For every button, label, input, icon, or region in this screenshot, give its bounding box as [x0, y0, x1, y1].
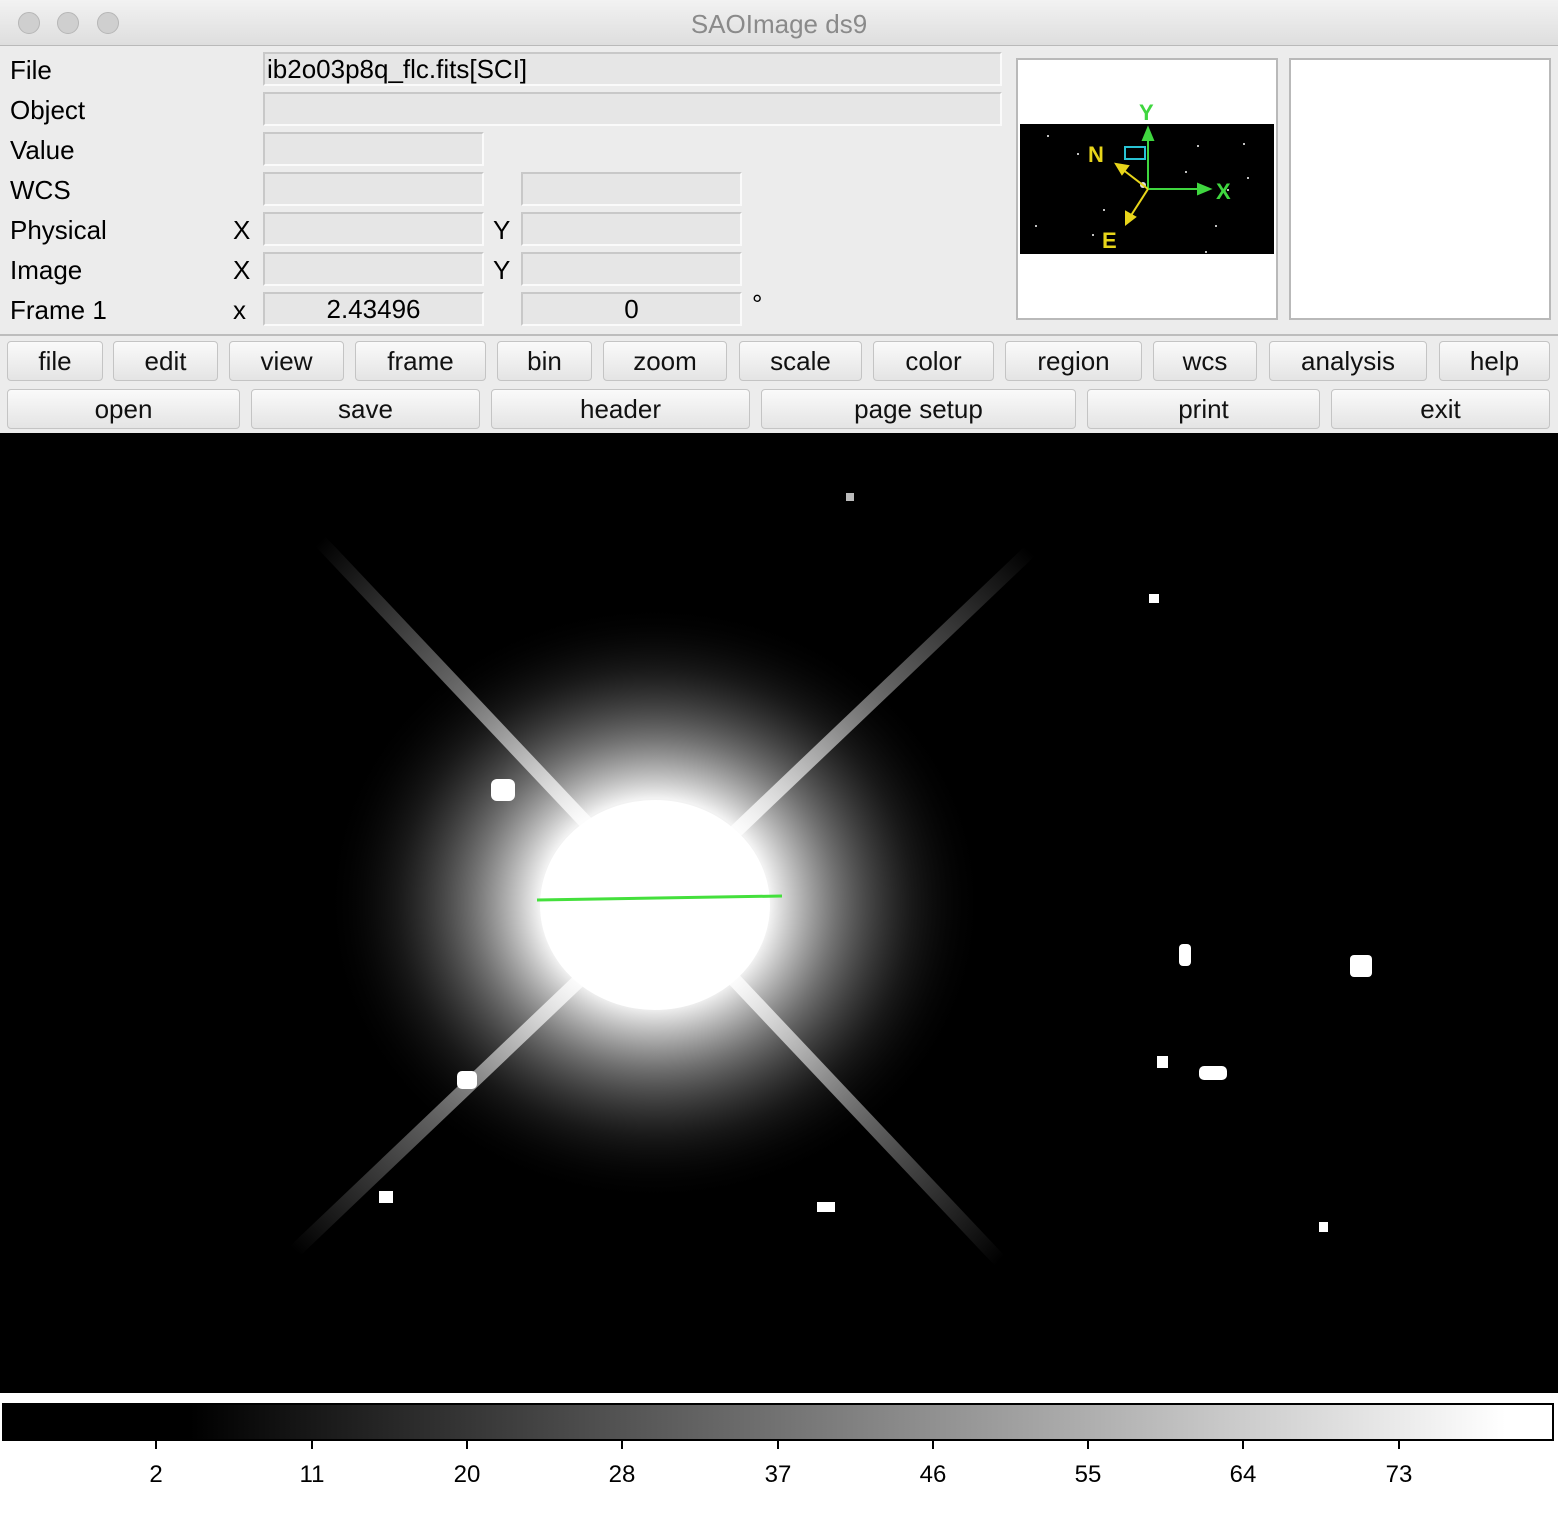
- colorbar-tick: [466, 1441, 468, 1449]
- divider: [0, 334, 1558, 336]
- colorbar-tick: [777, 1441, 779, 1449]
- image-display[interactable]: [0, 433, 1558, 1393]
- colorbar-tick-label: 20: [453, 1461, 481, 1488]
- menu-view[interactable]: view: [229, 341, 344, 381]
- panner-view: Y X N E: [1020, 100, 1274, 254]
- axis-x-text: X: [1216, 179, 1231, 204]
- colorbar-tick: [1242, 1441, 1244, 1449]
- frame-angle-field: 0: [521, 292, 742, 326]
- frame-zoom-field: 2.43496: [263, 292, 484, 326]
- wcs-field-2: [521, 172, 742, 206]
- menu-scale[interactable]: scale: [739, 341, 862, 381]
- print-button[interactable]: print: [1087, 389, 1320, 429]
- image-x-field: [263, 252, 484, 286]
- menu-frame[interactable]: frame: [355, 341, 486, 381]
- colorbar-tick-label: 46: [919, 1461, 947, 1488]
- frame-label: Frame 1: [10, 295, 107, 325]
- colorbar-tick: [155, 1441, 157, 1449]
- magnifier-panel: [1289, 58, 1551, 320]
- physical-y-label: Y: [493, 215, 511, 245]
- menu-color[interactable]: color: [873, 341, 994, 381]
- colorbar: 2 11 20 28 37 46 55 64 73: [0, 1393, 1558, 1522]
- menu-wcs[interactable]: wcs: [1153, 341, 1257, 381]
- exit-button[interactable]: exit: [1331, 389, 1550, 429]
- window-title: SAOImage ds9: [690, 9, 868, 39]
- image-label: Image: [10, 255, 83, 285]
- axis-y-text: Y: [1139, 100, 1154, 125]
- panner-panel[interactable]: Y X N E: [1016, 58, 1278, 320]
- menu-analysis[interactable]: analysis: [1269, 341, 1427, 381]
- object-label: Object: [10, 95, 86, 125]
- wcs-label: WCS: [10, 175, 71, 205]
- colorbar-tick: [932, 1441, 934, 1449]
- image-y-label: Y: [493, 255, 511, 285]
- value-field: [263, 132, 484, 166]
- image-x-label: X: [233, 255, 251, 285]
- colorbar-tick-label: 73: [1385, 1461, 1413, 1488]
- image-y-field: [521, 252, 742, 286]
- physical-x-field: [263, 212, 484, 246]
- colorbar-tick-label: 28: [608, 1461, 636, 1488]
- image-canvas: [290, 493, 1372, 1266]
- window-titlebar: SAOImage ds9: [0, 0, 1558, 46]
- colorbar-gradient: [2, 1403, 1554, 1441]
- colorbar-tick-label: 64: [1229, 1461, 1257, 1488]
- colorbar-tick: [1398, 1441, 1400, 1449]
- colorbar-tick: [1087, 1441, 1089, 1449]
- object-field: [263, 92, 1002, 126]
- compass-e-text: E: [1102, 228, 1117, 253]
- compass-n-text: N: [1088, 142, 1104, 167]
- colorbar-tick-label: 11: [299, 1461, 325, 1488]
- physical-x-label: X: [233, 215, 251, 245]
- open-button[interactable]: open: [7, 389, 240, 429]
- value-label: Value: [10, 135, 75, 165]
- menu-zoom[interactable]: zoom: [603, 341, 727, 381]
- file-label: File: [10, 55, 52, 85]
- physical-y-field: [521, 212, 742, 246]
- header-button[interactable]: header: [491, 389, 750, 429]
- colorbar-tick-label: 37: [764, 1461, 792, 1488]
- colorbar-tick: [621, 1441, 623, 1449]
- menu-help[interactable]: help: [1439, 341, 1550, 381]
- colorbar-tick: [311, 1441, 313, 1449]
- star-core: [540, 800, 770, 1010]
- frame-x-label: x: [233, 295, 246, 325]
- wcs-field-1: [263, 172, 484, 206]
- save-button[interactable]: save: [251, 389, 480, 429]
- file-field: ib2o03p8q_flc.fits[SCI]: [263, 52, 1002, 86]
- menu-edit[interactable]: edit: [113, 341, 218, 381]
- colorbar-tick-label: 55: [1074, 1461, 1102, 1488]
- menu-region[interactable]: region: [1005, 341, 1142, 381]
- colorbar-tick-label: 2: [149, 1461, 163, 1488]
- menu-file[interactable]: file: [7, 341, 103, 381]
- page-setup-button[interactable]: page setup: [761, 389, 1076, 429]
- menu-bin[interactable]: bin: [497, 341, 592, 381]
- physical-label: Physical: [10, 215, 107, 245]
- degree-symbol: °: [752, 289, 763, 319]
